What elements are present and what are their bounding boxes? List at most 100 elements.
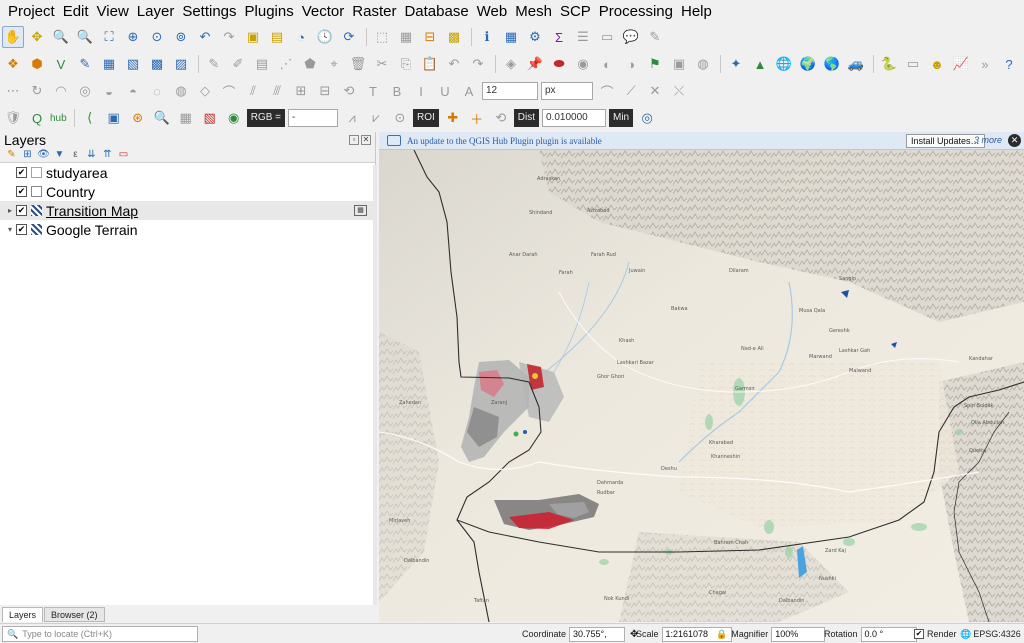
delete-part-icon[interactable]: ◍ (170, 80, 192, 102)
attribute-table-icon[interactable]: ▦ (500, 26, 522, 48)
merge-features-icon[interactable]: ⊞ (290, 80, 312, 102)
text-annotation-icon[interactable]: T (362, 80, 384, 102)
current-edits-icon[interactable]: ✎ (203, 53, 225, 75)
reshape-icon[interactable]: ◇ (194, 80, 216, 102)
render-checkbox[interactable]: ✔ (914, 629, 924, 639)
menu-vector[interactable]: Vector (298, 0, 349, 24)
layer-row-transition-map[interactable]: ▸ ✔ Transition Map ▦ (0, 201, 375, 220)
menu-settings[interactable]: Settings (178, 0, 240, 24)
statistics-sigma-icon[interactable]: Σ (548, 26, 570, 48)
local-stretch-icon[interactable]: ⩗ (365, 107, 387, 129)
measure-ruler-icon[interactable]: ▭ (596, 26, 618, 48)
crs-globe-icon[interactable]: 🌐 (960, 629, 971, 640)
filter-legend-icon[interactable]: ▼ (52, 148, 67, 162)
zoom-next-icon[interactable]: ↷ (218, 26, 240, 48)
roi-pointer-icon[interactable]: ⊙ (389, 107, 411, 129)
help-icon[interactable]: ? (998, 53, 1020, 75)
menu-project[interactable]: Project (4, 0, 59, 24)
vertex-tool-icon[interactable]: ⌖ (323, 53, 345, 75)
menu-layer[interactable]: Layer (133, 0, 179, 24)
add-wfs-layer-icon[interactable]: ▨ (170, 53, 192, 75)
save-edits-icon[interactable]: ▤ (251, 53, 273, 75)
label-change-icon[interactable]: ◑ (620, 53, 642, 75)
add-group-icon[interactable]: ⊞ (20, 148, 35, 162)
layer-row-google-terrain[interactable]: ▾ ✔ Google Terrain (0, 220, 375, 239)
collapse-arrow-icon[interactable]: ▾ (4, 225, 16, 234)
shield-icon[interactable]: 🛡 (2, 107, 24, 129)
expand-arrow-icon[interactable]: ▸ (4, 206, 16, 215)
crs-label[interactable]: EPSG:4326 (973, 629, 1021, 639)
label-highlight-icon[interactable]: ⬬ (548, 53, 570, 75)
add-ring-icon[interactable]: ◎ (74, 80, 96, 102)
text-color-icon[interactable]: A (458, 80, 480, 102)
italic-text-icon[interactable]: I (410, 80, 432, 102)
table-icon[interactable]: ☰ (572, 26, 594, 48)
split-tool-icon[interactable]: ⤬ (668, 80, 690, 102)
refresh-icon[interactable]: ⟳ (338, 26, 360, 48)
annotation-icon[interactable]: ✎ (644, 26, 666, 48)
triangle-tool-icon[interactable]: ▲ (749, 53, 771, 75)
digitize-icon[interactable]: ⬟ (299, 53, 321, 75)
curve-tool-icon[interactable]: ⌒ (596, 80, 618, 102)
python-console-icon[interactable]: 🐍 (878, 53, 900, 75)
layers-scrollbar[interactable] (373, 165, 377, 605)
layer-visibility-checkbox[interactable]: ✔ (16, 186, 27, 197)
rotate-feature-icon[interactable]: ↻ (26, 80, 48, 102)
dist-field[interactable]: 0.010000 (542, 109, 606, 127)
bold-text-icon[interactable]: B (386, 80, 408, 102)
fill-ring-icon[interactable]: ◓ (122, 80, 144, 102)
rotation-field[interactable]: 0.0 ° (860, 626, 917, 642)
input-image-icon[interactable]: ▦ (175, 107, 197, 129)
toggle-editing-icon[interactable]: ✐ (227, 53, 249, 75)
deselect-all-icon[interactable]: ⊟ (419, 26, 441, 48)
globe-icon[interactable]: 🌐 (773, 53, 795, 75)
label-show-hide-icon[interactable]: ⚑ (644, 53, 666, 75)
clock-icon[interactable]: 🕓 (314, 26, 336, 48)
select-by-expression-icon[interactable]: ▩ (443, 26, 465, 48)
roi-draw-icon[interactable]: ✚ (442, 107, 464, 129)
rotate-point-icon[interactable]: ⟲ (338, 80, 360, 102)
manage-visibility-icon[interactable]: 👁 (36, 148, 51, 162)
add-part-icon[interactable]: ◒ (98, 80, 120, 102)
tab-layers[interactable]: Layers (2, 607, 44, 622)
coordinate-field[interactable]: 30.755°, 63.554° (569, 626, 626, 643)
menu-processing[interactable]: Processing (595, 0, 677, 24)
font-size-field[interactable]: 12 (482, 82, 538, 100)
font-unit-select[interactable]: px (541, 82, 593, 100)
more-messages-link[interactable]: 3 more (974, 135, 1002, 145)
add-feature-icon[interactable]: ⋰ (275, 53, 297, 75)
locator-search-input[interactable]: 🔍 Type to locate (Ctrl+K) (2, 625, 198, 642)
redo-icon[interactable]: ↷ (467, 53, 489, 75)
add-layer-icon[interactable]: ⬢ (26, 53, 48, 75)
close-panel-icon[interactable]: ✕ (361, 134, 371, 145)
add-vector-layer-icon[interactable]: V (50, 53, 72, 75)
merge-attributes-icon[interactable]: ⊟ (314, 80, 336, 102)
close-message-icon[interactable]: ✕ (1008, 134, 1021, 147)
rgb-combo[interactable]: - (287, 109, 338, 127)
select-features-icon[interactable]: ⬚ (371, 26, 393, 48)
undo-icon[interactable]: ↶ (443, 53, 465, 75)
delete-selected-icon[interactable]: 🗑 (347, 53, 369, 75)
magnifier-field[interactable]: 100% (771, 626, 826, 642)
split-parts-icon[interactable]: ⫻ (266, 80, 288, 102)
plugin-face-icon[interactable]: ☻ (926, 53, 948, 75)
qgis-hub-icon[interactable]: Q (26, 107, 48, 129)
scp-tool-icon[interactable]: ✦ (725, 53, 747, 75)
layer-tool-icon[interactable]: ▣ (103, 107, 125, 129)
filter-expression-icon[interactable]: ε (68, 148, 83, 162)
globe-download-icon[interactable]: 🌎 (821, 53, 843, 75)
add-wms-layer-icon[interactable]: ▩ (146, 53, 168, 75)
label-move-icon[interactable]: ◉ (572, 53, 594, 75)
install-updates-button[interactable]: Install Updates… (906, 134, 985, 148)
show-bookmarks-icon[interactable]: ▤ (266, 26, 288, 48)
simplify-icon[interactable]: ◠ (50, 80, 72, 102)
underline-text-icon[interactable]: U (434, 80, 456, 102)
temporal-controller-icon[interactable]: ◔ (290, 26, 312, 48)
label-properties-icon[interactable]: ▣ (668, 53, 690, 75)
zoom-out-icon[interactable]: 🔍 (74, 26, 96, 48)
auto-stretch-icon[interactable]: ⩘ (341, 107, 363, 129)
menu-web[interactable]: Web (473, 0, 512, 24)
filter-indicator-icon[interactable]: ▦ (354, 205, 367, 216)
add-raster-layer-icon[interactable]: ▦ (98, 53, 120, 75)
zoom-to-layer-icon[interactable]: ⊙ (146, 26, 168, 48)
